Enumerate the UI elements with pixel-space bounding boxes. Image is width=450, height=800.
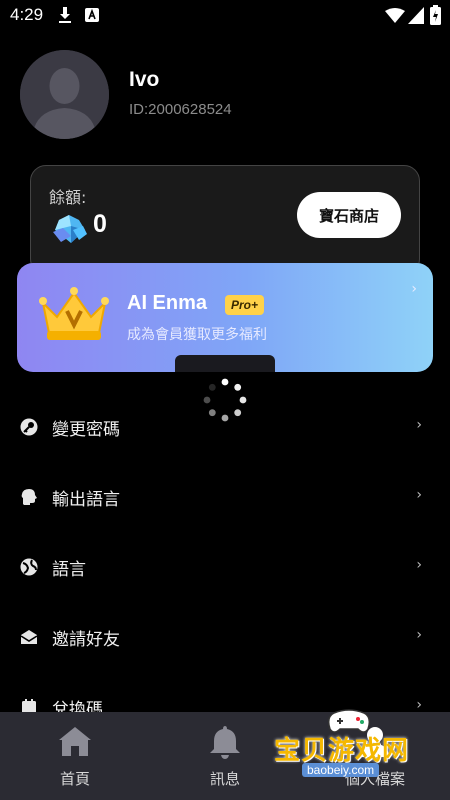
pro-badge: Pro+ bbox=[225, 295, 265, 315]
menu-item-language[interactable]: 語言 › bbox=[0, 542, 450, 592]
menu-item-label: 變更密碼 bbox=[52, 420, 120, 440]
watermark-logo: 宝贝游戏网 baobeiy.com bbox=[262, 705, 450, 795]
balance-label: 餘額: bbox=[49, 188, 87, 207]
balance-value: 0 bbox=[93, 210, 107, 238]
card-tab bbox=[175, 355, 275, 372]
notification-app-icon bbox=[85, 8, 99, 22]
bell-icon bbox=[210, 726, 240, 759]
menu-item-label: 邀請好友 bbox=[52, 630, 120, 650]
battery-icon bbox=[430, 5, 441, 25]
nav-home[interactable]: 首頁 bbox=[0, 712, 150, 800]
chevron-right-icon: › bbox=[411, 281, 417, 297]
download-icon bbox=[59, 7, 71, 23]
gem-icon bbox=[53, 215, 87, 243]
vip-subtitle: 成為會員獲取更多福利 bbox=[127, 327, 267, 343]
chevron-right-icon: › bbox=[416, 417, 422, 433]
vip-membership-card[interactable]: AI Enma Pro+ 成為會員獲取更多福利 › bbox=[17, 263, 433, 372]
vip-title: AI Enma bbox=[127, 292, 208, 314]
chevron-right-icon: › bbox=[416, 487, 422, 503]
menu-item-invite-friends[interactable]: 邀請好友 › bbox=[0, 612, 450, 662]
nav-label: 首頁 bbox=[59, 770, 90, 788]
watermark-url: baobeiy.com bbox=[302, 763, 380, 777]
wifi-icon bbox=[385, 8, 405, 23]
chevron-right-icon: › bbox=[416, 627, 422, 643]
user-id: ID:2000628524 bbox=[129, 101, 232, 118]
menu-item-label: 輸出語言 bbox=[52, 490, 120, 510]
watermark-title: 宝贝游戏网 bbox=[274, 736, 410, 766]
mail-icon bbox=[20, 630, 38, 644]
key-icon bbox=[20, 418, 38, 436]
avatar[interactable] bbox=[20, 50, 109, 139]
balance-card: 餘額: 0 寶石商店 bbox=[30, 165, 420, 275]
crown-icon bbox=[39, 287, 109, 340]
gem-shop-button[interactable]: 寶石商店 bbox=[297, 192, 401, 238]
home-icon bbox=[59, 727, 91, 756]
globe-icon bbox=[20, 558, 38, 576]
speaking-head-icon bbox=[21, 489, 37, 505]
menu-item-change-password[interactable]: 變更密碼 › bbox=[0, 402, 450, 452]
menu-item-label: 語言 bbox=[52, 560, 86, 580]
signal-icon bbox=[408, 7, 424, 24]
status-time: 4:29 bbox=[10, 5, 44, 24]
status-bar: 4:29 bbox=[0, 0, 450, 32]
chevron-right-icon: › bbox=[416, 557, 422, 573]
menu-item-output-language[interactable]: 輸出語言 › bbox=[0, 472, 450, 522]
username: Ivo bbox=[129, 68, 160, 91]
default-avatar-icon bbox=[20, 50, 109, 139]
